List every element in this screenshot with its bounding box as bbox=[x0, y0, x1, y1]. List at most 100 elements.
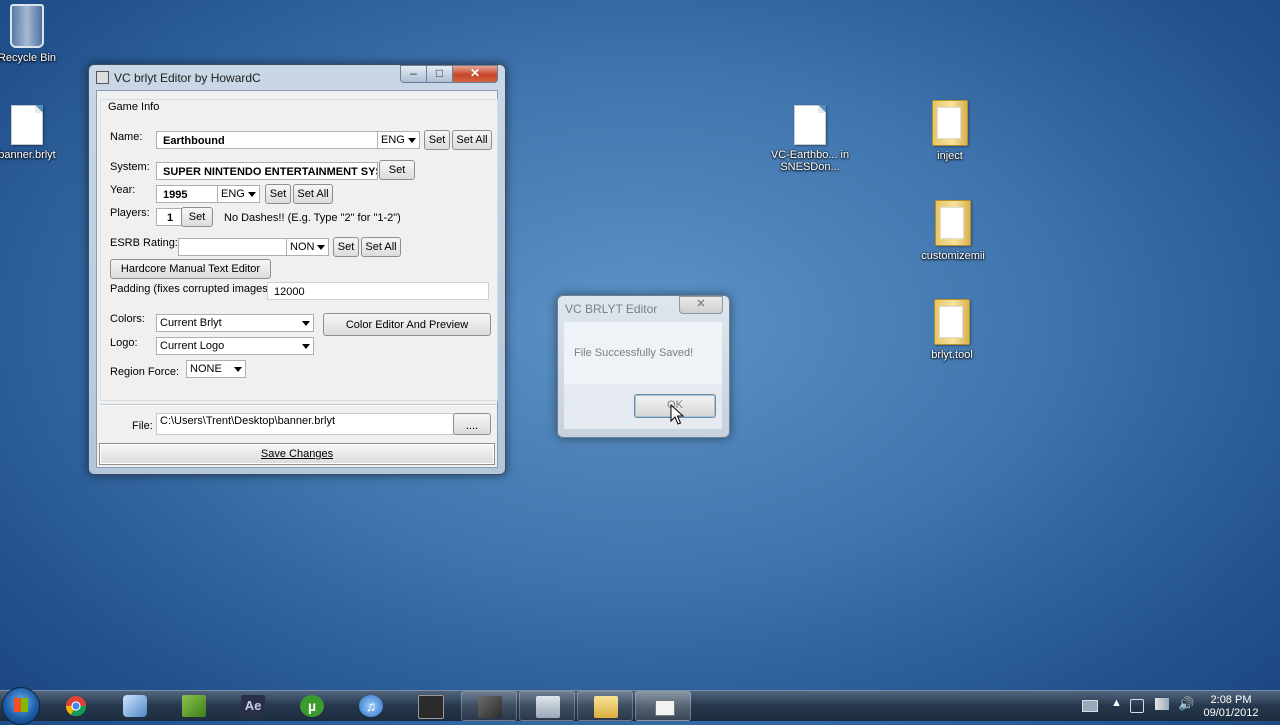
folder-icon bbox=[935, 200, 971, 246]
dialog-title: VC BRLYT Editor bbox=[565, 302, 658, 316]
taskbar-brlyt-tool[interactable] bbox=[461, 691, 517, 721]
region-force-label: Region Force: bbox=[110, 366, 180, 378]
file-path-input[interactable]: C:\Users\Trent\Desktop\banner.brlyt bbox=[156, 413, 454, 435]
show-hidden-icons-icon[interactable]: ▲ bbox=[1111, 697, 1122, 709]
close-button[interactable]: ✕ bbox=[452, 65, 498, 83]
players-set-button[interactable]: Set bbox=[181, 207, 213, 227]
esrb-set-button[interactable]: Set bbox=[333, 237, 359, 257]
chevron-down-icon bbox=[317, 245, 325, 250]
network-icon[interactable] bbox=[1155, 698, 1169, 710]
minimize-button[interactable]: – bbox=[400, 65, 427, 83]
desktop-icon-recycle-bin[interactable]: Recycle Bin bbox=[0, 4, 67, 64]
save-confirmation-dialog: VC BRLYT Editor ✕ File Successfully Save… bbox=[557, 295, 730, 438]
dialog-message: File Successfully Saved! bbox=[574, 347, 694, 359]
folder-icon bbox=[934, 299, 970, 345]
desktop-icon-label: VC-Earthbo... in SNESDon... bbox=[770, 149, 850, 173]
dialog-footer: OK bbox=[564, 384, 722, 429]
esrb-input[interactable] bbox=[178, 238, 287, 256]
folder-icon bbox=[932, 100, 968, 146]
close-icon: ✕ bbox=[469, 66, 481, 80]
year-language-select[interactable]: ENG bbox=[217, 185, 260, 203]
desktop-icon-inject[interactable]: inject bbox=[910, 100, 990, 162]
taskbar-utorrent[interactable]: µ bbox=[284, 691, 340, 721]
editor-window: VC brlyt Editor by HowardC – □ ✕ Game In… bbox=[88, 64, 506, 475]
file-icon bbox=[794, 105, 826, 145]
system-label: System: bbox=[110, 161, 150, 173]
taskbar-itunes[interactable]: ♫ bbox=[343, 691, 399, 721]
desktop-icon-label: Recycle Bin bbox=[0, 52, 57, 64]
taskbar-paint[interactable] bbox=[107, 691, 163, 721]
players-hint: No Dashes!! (E.g. Type "2" for "1-2") bbox=[224, 212, 401, 224]
clock-time: 2:08 PM bbox=[1210, 694, 1252, 706]
color-editor-button[interactable]: Color Editor And Preview bbox=[323, 313, 491, 336]
taskbar-terminal[interactable] bbox=[402, 691, 458, 721]
save-changes-label: Save Changes bbox=[260, 448, 334, 460]
taskbar-editor-window[interactable] bbox=[635, 691, 691, 721]
save-changes-button[interactable]: Save Changes bbox=[99, 443, 495, 465]
start-button[interactable] bbox=[2, 687, 40, 725]
taskbar-chrome[interactable] bbox=[48, 691, 104, 721]
maximize-button[interactable]: □ bbox=[426, 65, 453, 83]
name-set-all-button[interactable]: Set All bbox=[452, 130, 492, 150]
desktop-icon-customizemii[interactable]: customizemii bbox=[913, 200, 993, 262]
year-language-value: ENG bbox=[221, 188, 245, 200]
maximize-icon: □ bbox=[435, 66, 444, 80]
name-label: Name: bbox=[110, 131, 143, 143]
file-label: File: bbox=[132, 420, 153, 432]
file-icon bbox=[11, 105, 43, 145]
recycle-bin-icon bbox=[10, 4, 44, 48]
volume-icon[interactable]: 🔊 bbox=[1178, 696, 1194, 712]
logo-label: Logo: bbox=[110, 337, 138, 349]
action-center-icon[interactable] bbox=[1082, 700, 1098, 712]
taskbar-explorer[interactable] bbox=[577, 691, 633, 721]
taskbar-minecraft[interactable] bbox=[166, 691, 222, 721]
desktop-icon-banner-brlyt[interactable]: banner.brlyt bbox=[0, 105, 67, 161]
window-client-area: Game Info Name: Earthbound ENG Set Set A… bbox=[96, 90, 498, 468]
chevron-down-icon bbox=[234, 367, 242, 372]
esrb-select-value: NON bbox=[290, 241, 315, 253]
desktop-icon-vc-earthbound[interactable]: VC-Earthbo... in SNESDon... bbox=[770, 105, 850, 173]
folder-icon bbox=[594, 696, 618, 718]
year-set-all-button[interactable]: Set All bbox=[293, 184, 333, 204]
title-bar[interactable]: VC brlyt Editor by HowardC – □ ✕ bbox=[89, 65, 505, 89]
close-icon: ✕ bbox=[696, 298, 706, 310]
clock-date: 09/01/2012 bbox=[1203, 707, 1259, 719]
chrome-icon bbox=[65, 695, 87, 717]
desktop-icon-label: banner.brlyt bbox=[0, 149, 56, 161]
name-language-select[interactable]: ENG bbox=[377, 131, 420, 149]
chevron-down-icon bbox=[248, 192, 256, 197]
esrb-select[interactable]: NON bbox=[286, 238, 329, 256]
manual-text-editor-button[interactable]: Hardcore Manual Text Editor bbox=[110, 259, 271, 279]
taskbar-after-effects[interactable]: Ae bbox=[225, 691, 281, 721]
browse-button[interactable]: .... bbox=[453, 413, 491, 435]
system-input[interactable]: SUPER NINTENDO ENTERTAINMENT SYSTE bbox=[156, 162, 378, 180]
separator bbox=[100, 404, 496, 406]
desktop-icon-brlyt-tool[interactable]: brlyt.tool bbox=[912, 299, 992, 361]
after-effects-icon: Ae bbox=[241, 695, 265, 717]
year-input[interactable]: 1995 bbox=[156, 185, 218, 203]
tray-app-icon[interactable] bbox=[1130, 699, 1144, 713]
logo-select[interactable]: Current Logo bbox=[156, 337, 314, 355]
padding-input[interactable]: 12000 bbox=[267, 282, 489, 300]
colors-label: Colors: bbox=[110, 313, 145, 325]
clock[interactable]: 2:08 PM 09/01/2012 bbox=[1196, 694, 1266, 720]
padding-label: Padding (fixes corrupted images) bbox=[110, 283, 272, 295]
chevron-down-icon bbox=[302, 321, 310, 326]
colors-select[interactable]: Current Brlyt bbox=[156, 314, 314, 332]
system-set-button[interactable]: Set bbox=[379, 160, 415, 180]
players-input[interactable]: 1 bbox=[156, 208, 182, 226]
taskbar-keyboard[interactable] bbox=[519, 691, 575, 721]
name-input[interactable]: Earthbound bbox=[156, 131, 378, 149]
desktop-icon-label: customizemii bbox=[921, 250, 985, 262]
esrb-label: ESRB Rating: bbox=[110, 237, 178, 249]
group-title: Game Info bbox=[106, 101, 162, 113]
esrb-set-all-button[interactable]: Set All bbox=[361, 237, 401, 257]
chevron-down-icon bbox=[408, 138, 416, 143]
year-set-button[interactable]: Set bbox=[265, 184, 291, 204]
name-set-button[interactable]: Set bbox=[424, 130, 450, 150]
region-force-select[interactable]: NONE bbox=[186, 360, 246, 378]
taskbar: Ae µ ♫ ▲ 🔊 2:08 PM 09/01/2012 bbox=[0, 687, 1280, 725]
players-label: Players: bbox=[110, 207, 150, 219]
dialog-close-button[interactable]: ✕ bbox=[679, 296, 723, 314]
itunes-icon: ♫ bbox=[359, 695, 383, 717]
